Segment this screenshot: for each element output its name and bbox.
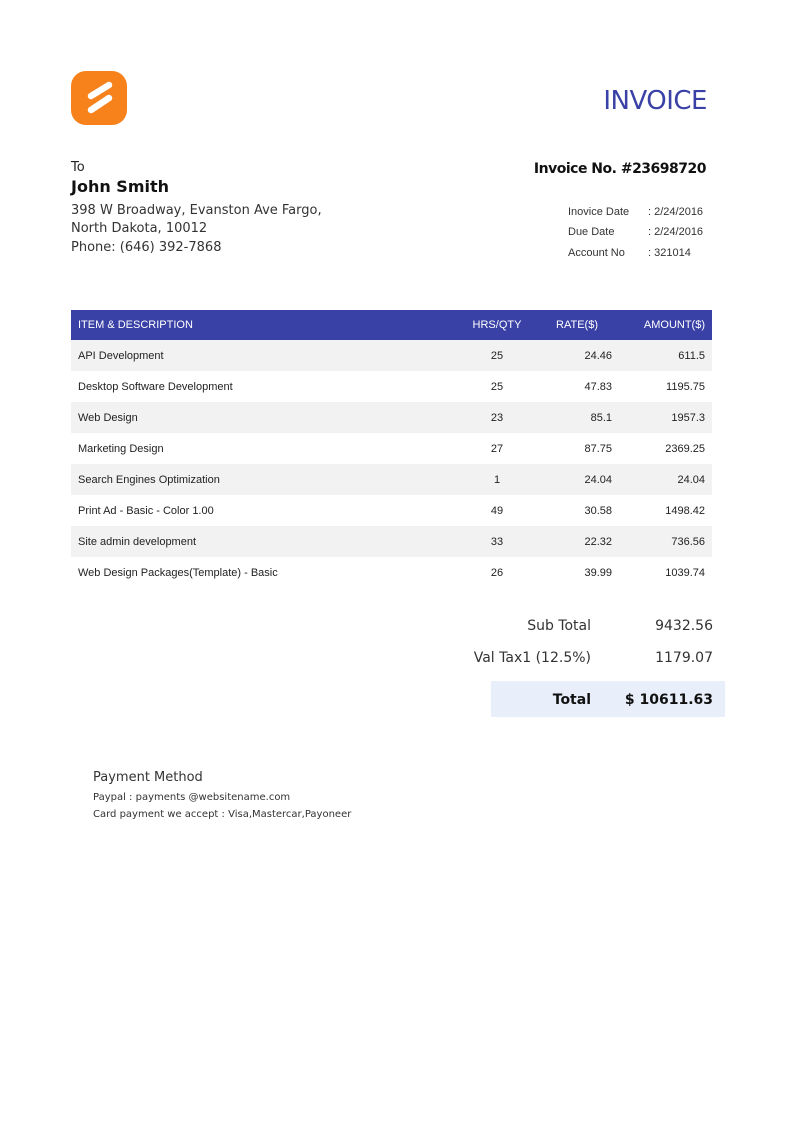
item-amount: 1195.75 [666,380,705,393]
invoice-title: INVOICE [603,86,707,116]
item-qty: 23 [459,402,535,433]
table-row: Marketing Design 27 87.75 2369.25 [71,433,712,464]
item-qty: 27 [490,442,504,455]
table-row: Web Design 23 85.1 1957.3 [71,402,712,433]
item-qty: 26 [490,566,504,579]
item-description: Web Design Packages(Template) - Basic [78,566,278,579]
item-amount: 2369.25 [665,442,705,455]
address-line-1: 398 W Broadway, Evanston Ave Fargo, [71,203,322,218]
header-description: ITEM & DESCRIPTION [71,310,459,340]
table-row: Search Engines Optimization 1 24.04 24.0… [71,464,712,495]
item-rate: 22.32 [535,526,619,557]
item-description: Site admin development [71,526,459,557]
table-header-row: ITEM & DESCRIPTION HRS/QTY RATE($) AMOUN… [71,310,712,340]
subtotal-value: 9432.56 [655,618,713,634]
header-amount: AMOUNT($) [619,310,712,340]
item-rate: 24.04 [535,464,619,495]
invoice-date-value: : 2/24/2016 [648,206,704,218]
account-no-label: Account No [568,247,625,259]
total-label: Total [552,692,591,708]
item-amount: 1957.3 [619,402,712,433]
total-value: $ 10611.63 [624,692,713,708]
table-row: Print Ad - Basic - Color 1.00 49 30.58 1… [71,495,712,526]
item-rate: 85.1 [535,402,619,433]
item-amount: 1039.74 [665,566,705,579]
payment-method-title: Payment Method [93,770,203,785]
item-amount: 736.56 [619,526,712,557]
tax-label: Val Tax1 (12.5%) [473,650,591,666]
item-qty: 25 [490,380,504,393]
item-amount: 24.04 [619,464,712,495]
item-amount: 611.5 [619,340,712,371]
item-rate: 24.46 [535,340,619,371]
paypal-info: Paypal : payments @websitename.com [93,792,291,803]
item-description: Marketing Design [78,442,164,455]
due-date-label: Due Date [568,226,615,238]
client-phone: Phone: (646) 392-7868 [71,240,222,255]
s-logo-icon [87,81,113,114]
item-rate: 30.58 [584,504,612,517]
header-qty: HRS/QTY [459,310,535,340]
table-row: Web Design Packages(Template) - Basic 26… [71,557,712,588]
item-rate: 39.99 [584,566,612,579]
tax-value: 1179.07 [655,650,713,666]
table-row: Desktop Software Development 25 47.83 11… [71,371,712,402]
item-description: API Development [71,340,459,371]
item-rate: 87.75 [584,442,612,455]
item-qty: 25 [459,340,535,371]
card-payment-info: Card payment we accept : Visa,Mastercar,… [93,809,352,820]
table-row: Site admin development 33 22.32 736.56 [71,526,712,557]
client-name: John Smith [71,177,170,196]
item-qty: 33 [459,526,535,557]
invoice-number: Invoice No. #23698720 [533,161,707,177]
line-items-table: ITEM & DESCRIPTION HRS/QTY RATE($) AMOUN… [71,310,712,588]
address-line-2: North Dakota, 10012 [71,221,208,236]
due-date-value: : 2/24/2016 [648,226,704,238]
company-logo [71,71,127,125]
invoice-date-label: Inovice Date [568,206,630,218]
item-description: Desktop Software Development [78,380,233,393]
item-rate: 47.83 [584,380,612,393]
header-rate: RATE($) [535,310,619,340]
table-row: API Development 25 24.46 611.5 [71,340,712,371]
item-description: Search Engines Optimization [71,464,459,495]
to-label: To [71,160,85,175]
subtotal-label: Sub Total [527,618,591,634]
item-amount: 1498.42 [665,504,705,517]
item-description: Web Design [71,402,459,433]
item-description: Print Ad - Basic - Color 1.00 [78,504,214,517]
account-no-value: : 321014 [648,247,691,259]
item-qty: 1 [459,464,535,495]
item-qty: 49 [490,504,504,517]
